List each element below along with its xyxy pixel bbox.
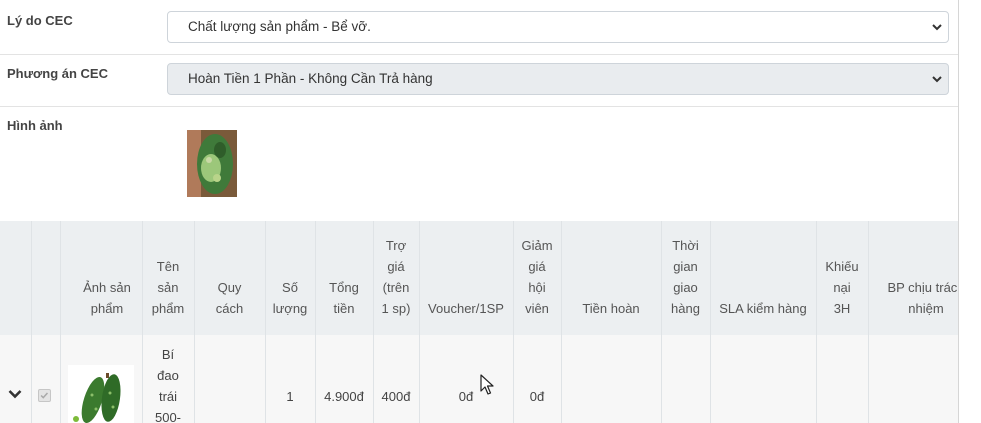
- page-scrollbar[interactable]: [959, 0, 981, 423]
- plan-select-value: Hoàn Tiền 1 Phần - Không Cần Trả hàng: [188, 71, 433, 86]
- reason-select[interactable]: Chất lượng sản phẩm - Bể vỡ.: [167, 11, 949, 43]
- header-product-name: Tên sản phẩm: [151, 259, 185, 316]
- column-divider: [868, 221, 869, 423]
- plan-label: Phương án CEC: [7, 66, 108, 81]
- column-divider: [561, 221, 562, 423]
- table-row[interactable]: Bí đao trái 500- 1 4.900đ 400đ 0đ 0đ: [0, 335, 958, 423]
- header-delivery-time: Thời gian giao hàng: [671, 238, 700, 316]
- column-divider: [373, 221, 374, 423]
- product-image-winter-melon[interactable]: [68, 365, 134, 423]
- header-voucher: Voucher/1SP: [428, 301, 504, 316]
- mouse-cursor-icon: [480, 374, 494, 395]
- plan-select[interactable]: Hoàn Tiền 1 Phần - Không Cần Trả hàng: [167, 63, 949, 95]
- cell-total: 4.900đ: [324, 389, 364, 404]
- cell-quantity: 1: [286, 389, 294, 404]
- header-responsible-dept: BP chịu trách nhiệm: [887, 280, 958, 316]
- chevron-down-icon: [932, 76, 942, 83]
- header-refund: Tiền hoàn: [582, 301, 640, 316]
- cec-detail-panel: Lý do CEC Chất lượng sản phẩm - Bể vỡ. P…: [0, 0, 958, 423]
- column-divider: [194, 221, 195, 423]
- cell-product-name: Bí đao trái 500-: [154, 347, 182, 423]
- header-subsidy: Trợ giá (trên 1 sp): [381, 238, 411, 316]
- column-divider: [315, 221, 316, 423]
- header-complaint-3h: Khiếu nại 3H: [825, 259, 859, 316]
- plan-row: Phương án CEC Hoàn Tiền 1 Phần - Không C…: [0, 55, 958, 107]
- header-total: Tổng tiền: [329, 280, 359, 316]
- checkmark-icon: [40, 392, 49, 399]
- image-label: Hình ảnh: [7, 118, 63, 133]
- cell-member-discount: 0đ: [529, 389, 545, 404]
- reason-select-value: Chất lượng sản phẩm - Bể vỡ.: [188, 19, 371, 34]
- header-product-image: Ảnh sản phẩm: [83, 280, 131, 316]
- column-divider: [419, 221, 420, 423]
- chevron-down-icon: [932, 24, 942, 31]
- column-divider: [513, 221, 514, 423]
- header-sla: SLA kiểm hàng: [719, 301, 807, 316]
- column-divider: [661, 221, 662, 423]
- header-member-discount: Giảm giá hội viên: [521, 238, 553, 316]
- column-divider: [816, 221, 817, 423]
- product-table-header: Ảnh sản phẩm Tên sản phẩm Quy cách Số lượng T…: [0, 221, 958, 335]
- column-divider: [265, 221, 266, 423]
- column-divider: [710, 221, 711, 423]
- row-select-checkbox[interactable]: [38, 389, 51, 402]
- cell-subsidy: 400đ: [381, 389, 411, 404]
- cell-voucher: 0đ: [458, 389, 474, 404]
- column-divider: [142, 221, 143, 423]
- reason-row: Lý do CEC Chất lượng sản phẩm - Bể vỡ.: [0, 0, 958, 55]
- column-divider: [31, 221, 32, 423]
- image-row: Hình ảnh: [0, 107, 958, 220]
- column-divider: [60, 221, 61, 423]
- chevron-down-icon[interactable]: [8, 389, 22, 399]
- reason-label: Lý do CEC: [7, 13, 73, 28]
- header-spec: Quy cách: [215, 280, 244, 316]
- complaint-photo-thumbnail[interactable]: [187, 130, 237, 197]
- header-quantity: Số lượng: [272, 280, 308, 316]
